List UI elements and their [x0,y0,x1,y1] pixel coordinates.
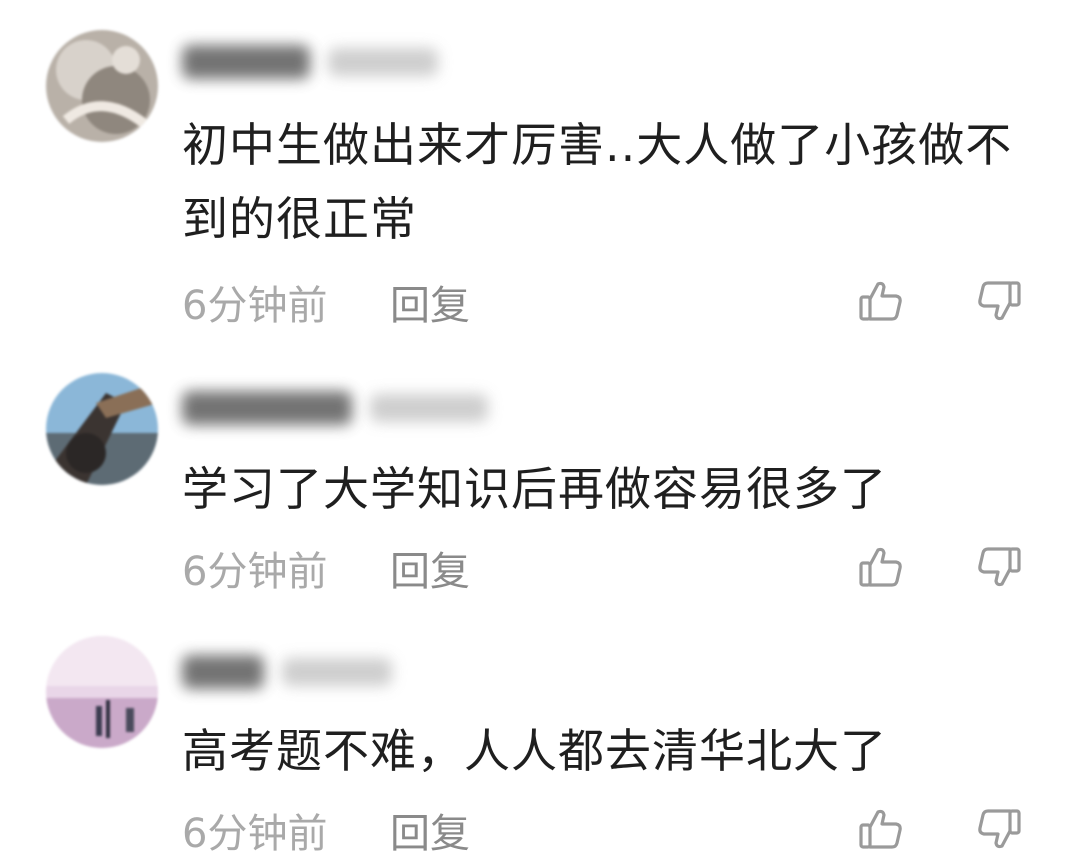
comment-meta: 6分钟前 回复 [182,274,470,330]
thumbs-up-icon[interactable] [856,542,906,592]
user-avatar[interactable] [46,373,158,485]
user-avatar[interactable] [46,30,158,142]
thumbs-down-icon[interactable] [974,542,1024,592]
username-redacted [182,45,310,79]
reply-button[interactable]: 回复 [390,801,470,859]
comment-meta: 6分钟前 回复 [182,540,470,596]
username-redacted [182,391,352,425]
comment-text: 初中生做出来才厉害..大人做了小孩做不到的很正常 [182,118,1013,246]
reply-button[interactable]: 回复 [390,273,470,331]
user-avatar[interactable] [46,636,158,748]
comment-time: 6分钟前 [182,811,328,857]
username-blurred[interactable] [182,42,438,82]
thumbs-up-icon[interactable] [856,276,906,326]
thumbs-down-icon[interactable] [974,276,1024,326]
thumbs-down-icon[interactable] [974,804,1024,854]
comment-text: 学习了大学知识后再做容易很多了 [182,462,887,516]
comment-meta: 6分钟前 回复 [182,802,470,858]
comment-text: 高考题不难，人人都去清华北大了 [182,724,887,778]
thumbs-up-icon[interactable] [856,804,906,854]
username-blurred[interactable] [182,652,392,692]
location-redacted [328,48,438,76]
reply-button[interactable]: 回复 [390,539,470,597]
comment-time: 6分钟前 [182,549,328,595]
username-blurred[interactable] [182,388,488,428]
comment-time: 6分钟前 [182,283,328,329]
location-redacted [370,394,488,422]
location-redacted [282,658,392,686]
username-redacted [182,655,264,689]
